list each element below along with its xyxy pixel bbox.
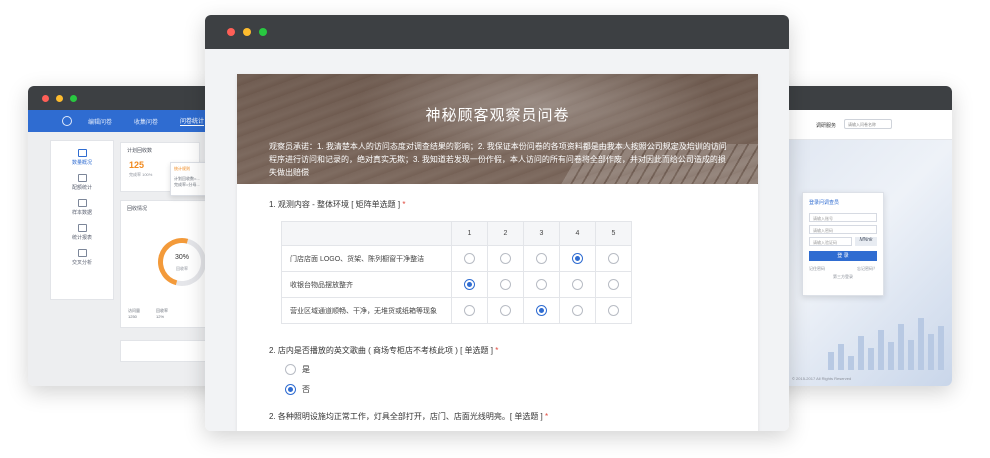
survey-title: 神秘顾客观察员问卷 <box>425 107 570 124</box>
sidebar-item-cross-analysis[interactable]: 交叉分析 <box>51 249 113 266</box>
reports-icon <box>77 224 87 232</box>
matrix-row-label: 收银台物品摆放整齐 <box>281 271 452 298</box>
matrix-radio[interactable] <box>536 305 547 316</box>
header-search-input[interactable]: 请输入问卷名称 <box>844 119 892 129</box>
matrix-radio[interactable] <box>500 253 511 264</box>
option-radio[interactable] <box>285 364 296 375</box>
collection-card-title: 回收情况 <box>127 206 148 212</box>
stat-item: 回收率 12% <box>156 308 168 319</box>
matrix-radio[interactable] <box>536 279 547 290</box>
tooltip-title: 统计规则 <box>174 166 190 171</box>
survey-window-titlebar <box>205 15 789 49</box>
remember-password-checkbox[interactable]: 记住密码 <box>809 266 825 272</box>
overview-icon <box>77 149 87 157</box>
stats-window: 编辑问卷 收集问卷 问卷统计 数量概况 配额统计 样本数据 统计报表 交叉分析 … <box>28 86 233 386</box>
matrix-radio[interactable] <box>608 279 619 290</box>
matrix-radio[interactable] <box>500 279 511 290</box>
quota-icon <box>77 174 87 182</box>
matrix-radio[interactable] <box>464 253 475 264</box>
matrix-radio[interactable] <box>464 279 475 290</box>
cross-analysis-icon <box>77 249 87 257</box>
survey-sheet: 神秘顾客观察员问卷 观察员承诺：1. 我清楚本人的访问态度对调查结果的影响；2.… <box>237 74 758 431</box>
minimize-dot-icon[interactable] <box>56 94 63 102</box>
login-title: 登录问调查员 <box>809 200 840 206</box>
maximize-dot-icon[interactable] <box>70 94 77 102</box>
captcha-image[interactable]: MNnk <box>855 237 877 246</box>
login-options: 记住密码 忘记密码？ <box>809 266 877 272</box>
login-box: 登录问调查员 请输入账号 请输入密码 请输入验证码 MNnk 登 录 记住密码 … <box>802 192 884 296</box>
maximize-dot-icon[interactable] <box>259 28 267 36</box>
question-1-title: 1. 观测内容 - 整体环境 [ 矩阵单选题 ] * <box>269 200 406 209</box>
login-button[interactable]: 登 录 <box>809 251 877 261</box>
header-title: 调研服务 <box>816 123 837 129</box>
close-dot-icon[interactable] <box>227 28 235 36</box>
stats-window-titlebar <box>28 86 233 110</box>
stats-rule-tooltip: 统计规则 计划回收数=... 完成率=分母... <box>170 162 210 196</box>
stats-summary: 访问量 1250 回收率 12% <box>128 308 168 319</box>
captcha-input[interactable]: 请输入验证码 <box>809 237 852 246</box>
matrix-radio[interactable] <box>500 305 511 316</box>
required-mark: * <box>495 346 499 355</box>
matrix-question-table: 1 2 3 4 5 门店店面 LOGO、货架、陈列橱窗干净整洁 收银台物品摆放整… <box>281 221 632 324</box>
survey-canvas: 神秘顾客观察员问卷 观察员承诺：1. 我清楚本人的访问态度对调查结果的影响；2.… <box>205 49 789 431</box>
nav-collect-survey[interactable]: 收集问卷 <box>134 117 158 126</box>
third-party-login: 第三方登录 <box>809 274 877 280</box>
matrix-radio[interactable] <box>572 279 583 290</box>
background-bars <box>828 310 948 370</box>
survey-banner: 神秘顾客观察员问卷 观察员承诺：1. 我清楚本人的访问态度对调查结果的影响；2.… <box>237 74 758 184</box>
third-party-login-link[interactable]: 第三方登录 <box>833 274 853 280</box>
matrix-column-header: 4 <box>559 221 596 246</box>
matrix-radio[interactable] <box>608 305 619 316</box>
observer-pledge: 观察员承诺：1. 我清楚本人的访问态度对调查结果的影响；2. 我保证本份问卷的各… <box>269 142 727 177</box>
matrix-column-header: 2 <box>487 221 524 246</box>
matrix-row: 收银台物品摆放整齐 <box>281 271 632 298</box>
captcha-row: 请输入验证码 MNnk <box>809 237 877 246</box>
matrix-radio[interactable] <box>464 305 475 316</box>
stats-top-nav: 编辑问卷 收集问卷 问卷统计 <box>28 110 233 132</box>
close-dot-icon[interactable] <box>42 94 49 102</box>
nav-edit-survey[interactable]: 编辑问卷 <box>88 117 112 126</box>
password-input[interactable]: 请输入密码 <box>809 225 877 234</box>
matrix-row-label: 营业区域通道顺畅、干净，无堆货或纸箱等现象 <box>281 297 452 324</box>
matrix-radio[interactable] <box>572 305 583 316</box>
matrix-row: 门店店面 LOGO、货架、陈列橱窗干净整洁 <box>281 245 632 272</box>
matrix-column-header: 5 <box>595 221 632 246</box>
required-mark: * <box>545 412 549 421</box>
sidebar-item-reports[interactable]: 统计报表 <box>51 224 113 241</box>
matrix-column-header: 3 <box>523 221 560 246</box>
question-2-title: 2. 店内是否播放的英文歌曲 ( 商场专柜店不考核此项 ) [ 单选题 ] * <box>269 346 499 355</box>
login-footer: © 2015-2017 All Rights Reserved <box>792 376 852 381</box>
stats-bottom-card <box>120 340 210 362</box>
required-mark: * <box>402 200 406 209</box>
option-no[interactable]: 否 <box>285 384 310 395</box>
collection-rate-value: 30% <box>174 254 189 261</box>
sidebar-item-overview[interactable]: 数量概况 <box>51 149 113 166</box>
nav-survey-stats[interactable]: 问卷统计 <box>180 116 205 126</box>
matrix-row: 营业区域通道顺畅、干净，无堆货或纸箱等现象 <box>281 297 632 324</box>
sidebar-item-quota[interactable]: 配额统计 <box>51 174 113 191</box>
matrix-column-header: 1 <box>451 221 488 246</box>
collection-rate-label: 回收率 <box>176 266 188 271</box>
question-3-title: 2. 各种照明设施均正常工作，灯具全部打开，店门、店面光线明亮。[ 单选题 ] … <box>269 412 549 421</box>
stats-sidebar: 数量概况 配额统计 样本数据 统计报表 交叉分析 <box>50 140 114 300</box>
sidebar-item-samples[interactable]: 样本数据 <box>51 199 113 216</box>
samples-icon <box>77 199 87 207</box>
username-input[interactable]: 请输入账号 <box>809 213 877 222</box>
matrix-radio[interactable] <box>536 253 547 264</box>
tooltip-line: 完成率=分母... <box>174 182 200 187</box>
matrix-header-row: 1 2 3 4 5 <box>281 221 632 246</box>
matrix-radio[interactable] <box>572 253 583 264</box>
survey-window: 神秘顾客观察员问卷 观察员承诺：1. 我清楚本人的访问态度对调查结果的影响；2.… <box>205 15 789 431</box>
forgot-password-link[interactable]: 忘记密码？ <box>857 266 877 272</box>
option-radio[interactable] <box>285 384 296 395</box>
back-arrow-icon[interactable] <box>62 116 72 126</box>
planned-count-title: 计划回收数 <box>127 148 153 154</box>
matrix-row-label: 门店店面 LOGO、货架、陈列橱窗干净整洁 <box>281 245 452 272</box>
minimize-dot-icon[interactable] <box>243 28 251 36</box>
stat-item: 访问量 1250 <box>128 308 140 319</box>
matrix-radio[interactable] <box>608 253 619 264</box>
option-yes[interactable]: 是 <box>285 364 310 375</box>
